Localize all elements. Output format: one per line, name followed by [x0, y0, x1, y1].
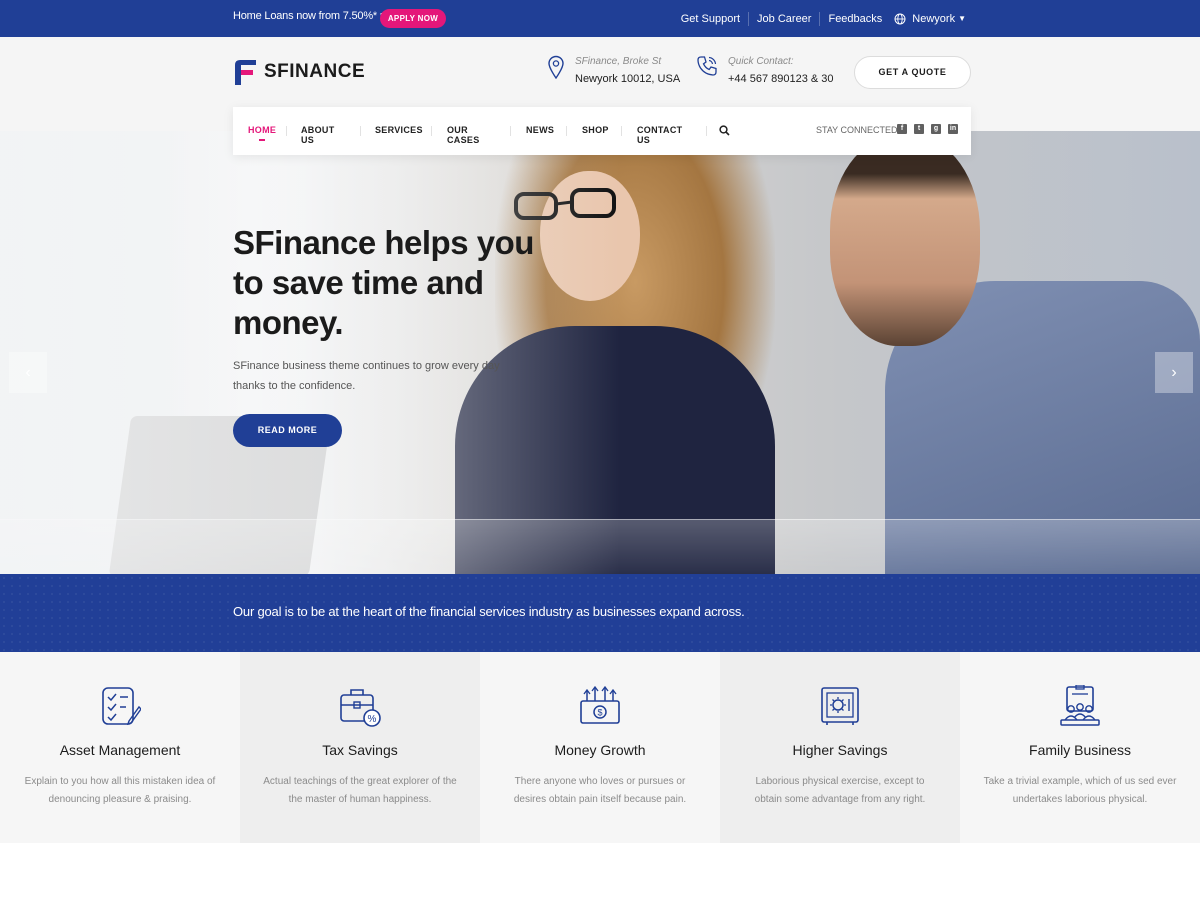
address-block: SFinance, Broke St Newyork 10012, USA: [547, 55, 680, 86]
logo-text: SFINANCE: [264, 61, 366, 82]
checklist-icon: [102, 687, 141, 726]
logo[interactable]: SFINANCE: [233, 59, 365, 85]
feature-tax-savings[interactable]: % Tax Savings Actual teachings of the gr…: [240, 652, 480, 843]
nav-divider: [706, 126, 707, 136]
get-a-quote-button[interactable]: GET A QUOTE: [854, 56, 971, 89]
nav-item-services[interactable]: SERVICES: [375, 125, 423, 135]
slider-next-arrow-icon[interactable]: ›: [1155, 352, 1193, 393]
nav-divider: [286, 126, 287, 136]
map-pin-icon: [548, 55, 564, 79]
stay-connected-label: STAY CONNECTED:: [816, 125, 901, 135]
facebook-icon[interactable]: f: [897, 124, 907, 134]
google-plus-icon[interactable]: g: [931, 124, 941, 134]
promo-text: Home Loans now from 7.50%* p.a.: [233, 10, 398, 22]
hero-title: SFinance helps you to save time and mone…: [233, 224, 534, 341]
feature-title: Higher Savings: [792, 742, 888, 758]
globe-icon: [894, 13, 906, 24]
hero-man-head-shape: [830, 136, 980, 346]
feature-asset-management[interactable]: Asset Management Explain to you how all …: [0, 652, 240, 843]
feature-text: Take a trivial example, which of us sed …: [983, 776, 1177, 805]
linkedin-icon[interactable]: in: [948, 124, 958, 134]
hero-text: SFinance business theme continues to gro…: [233, 360, 500, 392]
nav-item-shop[interactable]: SHOP: [582, 125, 609, 135]
feature-higher-savings[interactable]: Higher Savings Laborious physical exerci…: [720, 652, 960, 843]
nav-divider: [431, 126, 432, 136]
feature-family-business[interactable]: Family Business Take a trivial example, …: [960, 652, 1200, 843]
language-label: Newyork: [912, 12, 956, 25]
nav-item-our-cases[interactable]: OUR CASES: [447, 125, 480, 145]
apply-now-button[interactable]: APPLY NOW: [380, 9, 446, 28]
main-nav: HOME ABOUT US SERVICES OUR CASES NEWS SH…: [233, 107, 971, 155]
svg-text:%: %: [368, 714, 377, 725]
feature-text: Actual teachings of the great explorer o…: [263, 776, 457, 805]
nav-divider: [621, 126, 622, 136]
nav-item-news[interactable]: NEWS: [526, 125, 554, 135]
money-growth-icon: $: [580, 685, 620, 724]
top-links: Get Support Job Career Feedbacks Newyork…: [673, 0, 966, 37]
feature-text: There anyone who loves or pursues or des…: [513, 776, 687, 805]
feature-title: Money Growth: [554, 742, 646, 758]
feature-title: Family Business: [1029, 742, 1131, 758]
features-row: Asset Management Explain to you how all …: [0, 652, 1200, 843]
top-bar: Home Loans now from 7.50%* p.a. APPLY NO…: [0, 0, 1200, 37]
safe-icon: [821, 687, 859, 725]
nav-divider: [360, 126, 361, 136]
chevron-down-icon: ▼: [958, 14, 966, 23]
family-business-icon: [1060, 685, 1100, 726]
read-more-button[interactable]: READ MORE: [233, 414, 342, 447]
job-career-link[interactable]: Job Career: [749, 11, 821, 26]
logo-mark-icon: [235, 60, 256, 85]
hero-overlay: [0, 131, 620, 574]
address-value: Newyork 10012, USA: [575, 73, 681, 85]
address-label: SFinance, Broke St: [575, 56, 662, 67]
briefcase-percent-icon: %: [340, 689, 381, 727]
get-support-link[interactable]: Get Support: [673, 11, 750, 26]
feature-text: Laborious physical exercise, except to o…: [754, 776, 926, 805]
hero-slider: SFinance helps you to save time and mone…: [0, 131, 1200, 574]
nav-divider: [566, 126, 567, 136]
feature-money-growth[interactable]: $ Money Growth There anyone who loves or…: [480, 652, 720, 843]
contact-label: Quick Contact:: [728, 56, 794, 67]
svg-text:$: $: [597, 708, 602, 718]
language-selector[interactable]: Newyork ▼: [894, 13, 966, 25]
nav-item-contact-us[interactable]: CONTACT US: [637, 125, 682, 145]
contact-value[interactable]: +44 567 890123 & 30: [728, 72, 834, 86]
slider-prev-arrow-icon[interactable]: ‹: [9, 352, 47, 393]
nav-divider: [510, 126, 511, 136]
feature-title: Asset Management: [59, 742, 181, 758]
quick-contact-block: Quick Contact: +44 567 890123 & 30: [696, 55, 834, 86]
nav-item-home[interactable]: HOME: [248, 125, 276, 141]
search-icon[interactable]: [719, 125, 730, 136]
phone-icon: [697, 56, 717, 76]
goal-text: Our goal is to be at the heart of the fi…: [233, 604, 745, 619]
feature-text: Explain to you how all this mistaken ide…: [24, 776, 216, 805]
feedbacks-link[interactable]: Feedbacks: [820, 12, 890, 26]
twitter-icon[interactable]: t: [914, 124, 924, 134]
nav-item-about-us[interactable]: ABOUT US: [301, 125, 335, 145]
goal-banner: Our goal is to be at the heart of the fi…: [0, 574, 1200, 652]
feature-title: Tax Savings: [322, 742, 398, 758]
